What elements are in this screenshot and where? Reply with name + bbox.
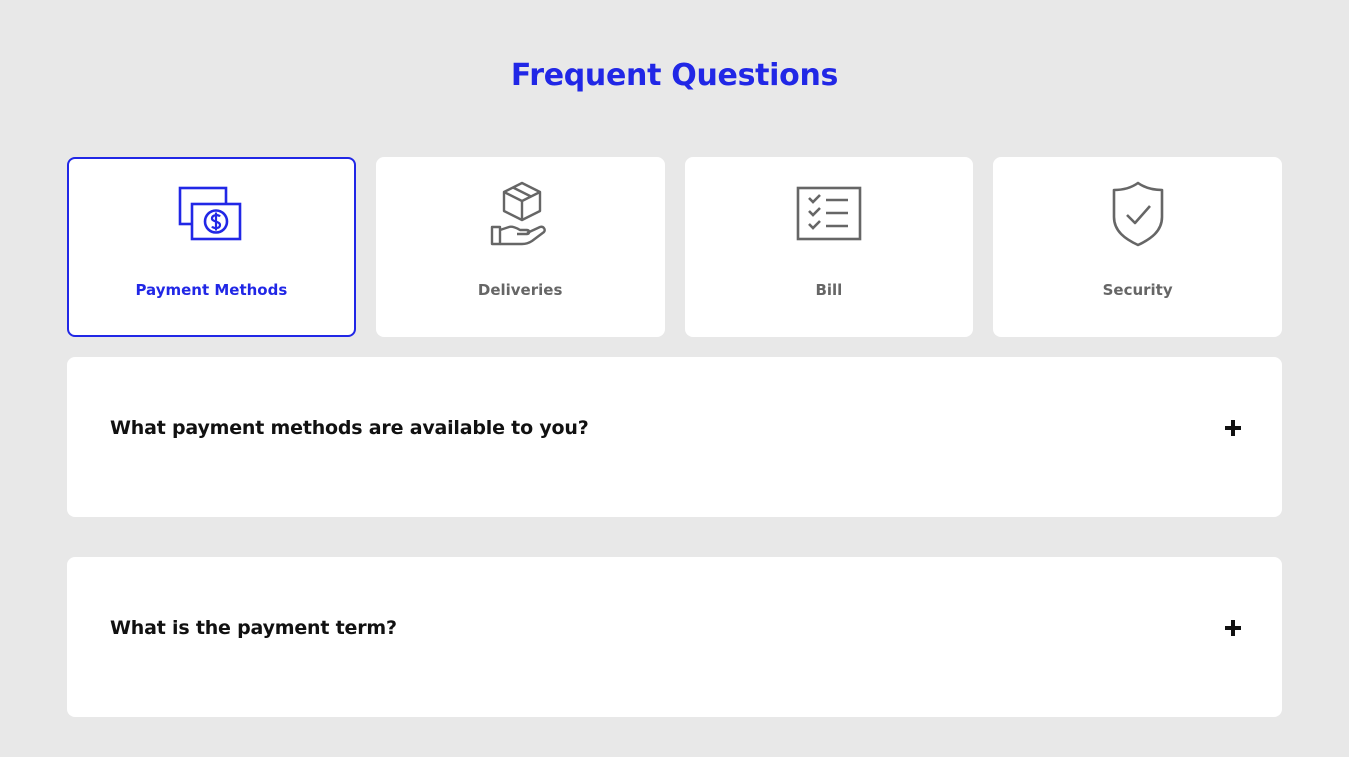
faq-question: What is the payment term? <box>110 617 397 639</box>
category-label: Deliveries <box>477 281 563 299</box>
category-label: Security <box>1102 281 1173 299</box>
category-label: Payment Methods <box>135 281 288 299</box>
package-hand-icon <box>485 179 555 249</box>
faq-page: Frequent Questions Payment Methods Deliv… <box>0 0 1349 757</box>
plus-icon[interactable] <box>1224 619 1242 637</box>
category-card-security[interactable]: Security <box>993 157 1282 337</box>
category-card-bill[interactable]: Bill <box>684 157 974 337</box>
category-label: Bill <box>815 281 843 299</box>
shield-check-icon <box>1103 179 1173 249</box>
plus-icon[interactable] <box>1224 419 1242 437</box>
money-icon <box>176 179 246 249</box>
faq-item[interactable]: What is the payment term? <box>67 557 1282 717</box>
category-card-payment-methods[interactable]: Payment Methods <box>67 157 356 337</box>
checklist-icon <box>794 179 864 249</box>
faq-item[interactable]: What payment methods are available to yo… <box>67 357 1282 517</box>
category-card-deliveries[interactable]: Deliveries <box>375 157 665 337</box>
category-tabs: Payment Methods Deliveries Bill Security <box>67 157 1282 337</box>
page-title: Frequent Questions <box>510 58 839 93</box>
faq-question: What payment methods are available to yo… <box>110 417 589 439</box>
